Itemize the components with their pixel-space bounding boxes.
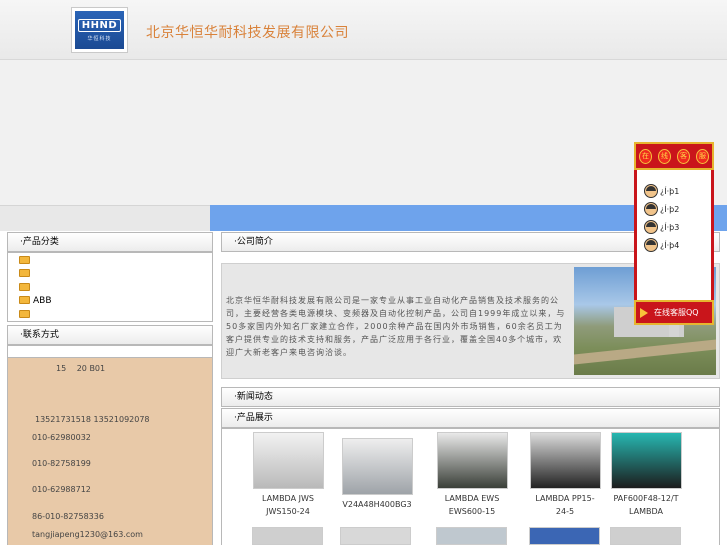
product-card[interactable]: LAMBDA EWS EWS600-15: [436, 432, 508, 518]
contact-phone-3: 010-62988712: [32, 485, 91, 494]
qq-avatar-icon: [644, 184, 658, 198]
product-name[interactable]: LAMBDA PP15-24-5: [529, 492, 601, 518]
qq-item[interactable]: ¿Í·þ2: [644, 202, 679, 216]
banner-area: [0, 60, 727, 205]
arrow-right-icon: [640, 307, 648, 318]
qq-avatar-icon: [644, 220, 658, 234]
product-card[interactable]: LAMBDA PP15-24-5: [529, 432, 601, 518]
logo-sub: 华恒科技: [87, 35, 112, 42]
contact-fax: 86-010-82758336: [32, 512, 104, 521]
lantern-icon: 在: [639, 148, 652, 164]
folder-icon: [19, 310, 30, 318]
qq-list: ¿Í·þ1 ¿Í·þ2 ¿Í·þ3 ¿Í·þ4: [634, 170, 714, 300]
product-image[interactable]: [252, 432, 324, 489]
nav-left-strip: [0, 205, 210, 231]
qq-label[interactable]: ¿Í·þ3: [660, 223, 679, 232]
product-image[interactable]: [529, 432, 601, 489]
logo-mark: HHND: [77, 18, 122, 32]
product-image[interactable]: [340, 527, 411, 545]
lantern-icon: 客: [677, 148, 690, 164]
folder-icon: [19, 269, 30, 277]
lantern-icon: 线: [658, 148, 671, 164]
qq-avatar-icon: [644, 238, 658, 252]
products-header: ·产品展示: [221, 408, 720, 428]
categories-list: [7, 252, 213, 322]
news-title: 新闻动态: [236, 392, 273, 402]
online-service-button[interactable]: 在线客服QQ: [634, 300, 714, 325]
product-name[interactable]: V24A48H400BG3: [340, 498, 414, 511]
contact-panel: 15 20 B01 13521731518 13521092078 010-62…: [7, 358, 213, 545]
header: HHND 华恒科技 北京华恒华耐科技发展有限公司: [0, 0, 727, 60]
categories-title: 产品分类: [22, 237, 59, 247]
folder-icon: [19, 296, 30, 304]
lantern-banner: 在 线 客 服: [634, 142, 714, 170]
product-name[interactable]: PAF600F48-12/T LAMBDA: [610, 492, 682, 518]
product-image[interactable]: [252, 527, 323, 545]
qq-label[interactable]: ¿Í·þ1: [660, 187, 679, 196]
online-service-widget: 在 线 客 服 ¿Í·þ1 ¿Í·þ2 ¿Í·þ3 ¿Í·þ4 在线客服QQ: [634, 142, 714, 325]
product-image[interactable]: [436, 432, 508, 489]
intro-text: 北京华恒华耐科技发展有限公司是一家专业从事工业自动化产品销售及技术服务的公司，主…: [226, 296, 566, 357]
intro-title: 公司简介: [236, 237, 273, 247]
product-card[interactable]: PAF600F48-12/T LAMBDA: [610, 432, 682, 518]
folder-icon: [19, 283, 30, 291]
online-service-label[interactable]: 在线客服QQ: [654, 307, 699, 318]
site-title: 北京华恒华耐科技发展有限公司: [146, 25, 349, 41]
product-name[interactable]: LAMBDA EWS EWS600-15: [436, 492, 508, 518]
product-name[interactable]: LAMBDA JWS JWS150-24: [252, 492, 324, 518]
contact-email[interactable]: tangjiapeng1230@163.com: [32, 530, 143, 539]
qq-label[interactable]: ¿Í·þ2: [660, 205, 679, 214]
qq-item[interactable]: ¿Í·þ4: [644, 238, 679, 252]
contact-header: ·联系方式: [7, 325, 213, 345]
contact-spacer: [7, 345, 213, 358]
contact-phone-2: 010-82758199: [32, 459, 91, 468]
product-image[interactable]: [529, 527, 600, 545]
product-card[interactable]: V24A48H400BG3: [340, 438, 414, 511]
categories-header: ·产品分类: [7, 232, 213, 252]
contact-address: 15 20 B01: [56, 364, 106, 373]
contact-phone-1: 010-62980032: [32, 433, 91, 442]
company-logo[interactable]: HHND 华恒科技: [71, 7, 128, 53]
product-image[interactable]: [341, 438, 413, 495]
product-image[interactable]: [610, 527, 681, 545]
product-image[interactable]: [610, 432, 682, 489]
folder-icon: [19, 256, 30, 264]
contact-mobile: 13521731518 13521092078: [35, 415, 150, 424]
qq-item[interactable]: ¿Í·þ3: [644, 220, 679, 234]
category-item-abb[interactable]: ABB: [33, 296, 52, 306]
product-image[interactable]: [436, 527, 507, 545]
lantern-icon: 服: [696, 148, 709, 164]
product-card[interactable]: LAMBDA JWS JWS150-24: [252, 432, 324, 518]
qq-item[interactable]: ¿Í·þ1: [644, 184, 679, 198]
qq-avatar-icon: [644, 202, 658, 216]
contact-title: 联系方式: [22, 330, 59, 340]
products-title: 产品展示: [236, 413, 273, 423]
news-header: ·新闻动态: [221, 387, 720, 407]
qq-label[interactable]: ¿Í·þ4: [660, 241, 679, 250]
